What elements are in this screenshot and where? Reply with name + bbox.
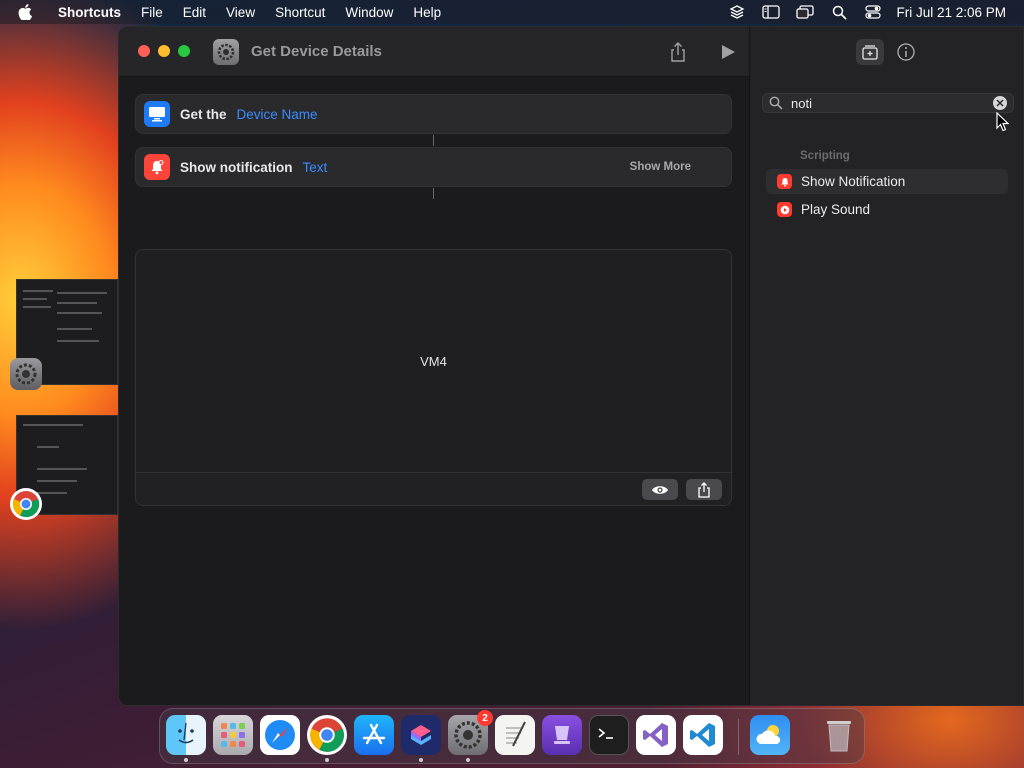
- dock: 2: [159, 708, 865, 764]
- menu-shortcut[interactable]: Shortcut: [265, 5, 335, 20]
- running-indicator: [419, 758, 423, 762]
- running-indicator: [184, 758, 188, 762]
- search-result-show-notification[interactable]: Show Notification: [766, 169, 1008, 194]
- section-title-scripting: Scripting: [800, 150, 850, 162]
- shortcut-editor: Get the Device Name Show notification Te…: [119, 77, 749, 705]
- thumbnail-line: [23, 306, 51, 308]
- sidebar-toolbar: [750, 27, 1023, 77]
- chrome-dock-icon[interactable]: [307, 715, 347, 755]
- text-parameter[interactable]: Text: [303, 160, 328, 175]
- screen-mirroring-icon[interactable]: [788, 5, 822, 19]
- action-label: Show notification: [180, 159, 293, 175]
- dock-separator: [738, 719, 739, 755]
- shortcut-gear-icon[interactable]: [213, 39, 239, 65]
- info-icon[interactable]: [896, 42, 916, 62]
- menu-window[interactable]: Window: [335, 5, 403, 20]
- thumbnail-line: [57, 302, 97, 304]
- instruments-dock-icon[interactable]: [542, 715, 582, 755]
- mouse-pointer-icon: [996, 111, 1010, 132]
- search-icon: [769, 96, 785, 110]
- minimize-window-button[interactable]: [158, 45, 170, 57]
- sidebar-status-icon[interactable]: [754, 5, 788, 19]
- menu-file[interactable]: File: [131, 5, 173, 20]
- layers-status-icon[interactable]: [720, 4, 754, 20]
- quick-look-button[interactable]: [642, 479, 678, 500]
- app-store-dock-icon[interactable]: [354, 715, 394, 755]
- action-label: Get the: [180, 106, 227, 122]
- thumbnail-line: [23, 298, 47, 300]
- thumbnail-line: [57, 328, 92, 330]
- thumbnail-line: [37, 492, 67, 494]
- bell-icon: [777, 174, 792, 189]
- action-connector: [433, 188, 434, 199]
- terminal-dock-icon[interactable]: [589, 715, 629, 755]
- finder-dock-icon[interactable]: [166, 715, 206, 755]
- thumbnail-line: [23, 290, 53, 292]
- thumbnail-line: [57, 340, 99, 342]
- visual-studio-dock-icon[interactable]: [636, 715, 676, 755]
- play-icon: [777, 202, 792, 217]
- running-indicator: [466, 758, 470, 762]
- menu-help[interactable]: Help: [403, 5, 451, 20]
- trash-dock-icon[interactable]: [819, 715, 859, 755]
- menu-app-name[interactable]: Shortcuts: [52, 5, 131, 20]
- action-library-sidebar: noti Scripting Show Notification Play So…: [749, 27, 1023, 705]
- chrome-icon[interactable]: [10, 488, 42, 520]
- search-input[interactable]: noti: [791, 96, 993, 111]
- result-label: Show Notification: [801, 174, 906, 189]
- vscode-dock-icon[interactable]: [683, 715, 723, 755]
- window-title[interactable]: Get Device Details: [251, 43, 382, 60]
- result-label: Play Sound: [801, 202, 871, 217]
- bell-icon: [144, 154, 170, 180]
- close-window-button[interactable]: [138, 45, 150, 57]
- share-icon[interactable]: [667, 41, 689, 63]
- zoom-window-button[interactable]: [178, 45, 190, 57]
- device-name-parameter[interactable]: Device Name: [237, 107, 318, 122]
- thumbnail-line: [57, 292, 107, 294]
- action-connector: [433, 135, 434, 146]
- result-text: VM4: [420, 354, 447, 369]
- apple-menu-icon[interactable]: [18, 4, 38, 20]
- thumbnail-line: [57, 312, 102, 314]
- display-icon: [144, 101, 170, 127]
- action-search-field[interactable]: noti: [762, 93, 1014, 113]
- thumbnail-line: [37, 480, 77, 482]
- safari-dock-icon[interactable]: [260, 715, 300, 755]
- menu-view[interactable]: View: [216, 5, 265, 20]
- system-settings-dock-icon[interactable]: 2: [448, 710, 493, 755]
- running-indicator: [325, 758, 329, 762]
- menu-clock[interactable]: Fri Jul 21 2:06 PM: [896, 5, 1006, 20]
- launchpad-dock-icon[interactable]: [213, 715, 253, 755]
- thumbnail-line: [37, 446, 59, 448]
- system-settings-icon[interactable]: [10, 358, 42, 390]
- notification-badge: 2: [477, 710, 493, 726]
- weather-dock-icon[interactable]: [750, 715, 790, 755]
- run-play-icon[interactable]: [719, 43, 737, 61]
- shortcuts-dock-icon[interactable]: [401, 715, 441, 755]
- result-toolbar: [136, 472, 731, 505]
- control-center-icon[interactable]: [856, 5, 890, 19]
- action-get-device-details[interactable]: Get the Device Name: [135, 94, 732, 134]
- menu-edit[interactable]: Edit: [173, 5, 216, 20]
- menu-bar: Shortcuts File Edit View Shortcut Window…: [0, 0, 1024, 24]
- show-more-button[interactable]: Show More: [630, 161, 691, 173]
- clear-search-icon[interactable]: [993, 96, 1007, 110]
- action-library-icon[interactable]: [856, 39, 884, 65]
- action-show-notification[interactable]: Show notification Text Show More: [135, 147, 732, 187]
- result-preview: VM4: [135, 249, 732, 506]
- result-share-button[interactable]: [686, 479, 722, 500]
- shortcuts-window: Get Device Details Get the Device Name S…: [118, 26, 1024, 706]
- share-icon: [698, 481, 710, 498]
- search-result-play-sound[interactable]: Play Sound: [766, 197, 1008, 222]
- title-bar: Get Device Details: [119, 27, 749, 77]
- eye-icon: [652, 485, 668, 494]
- thumbnail-line: [23, 424, 83, 426]
- spotlight-search-icon[interactable]: [822, 5, 856, 20]
- textedit-dock-icon[interactable]: [495, 715, 535, 755]
- thumbnail-line: [37, 468, 87, 470]
